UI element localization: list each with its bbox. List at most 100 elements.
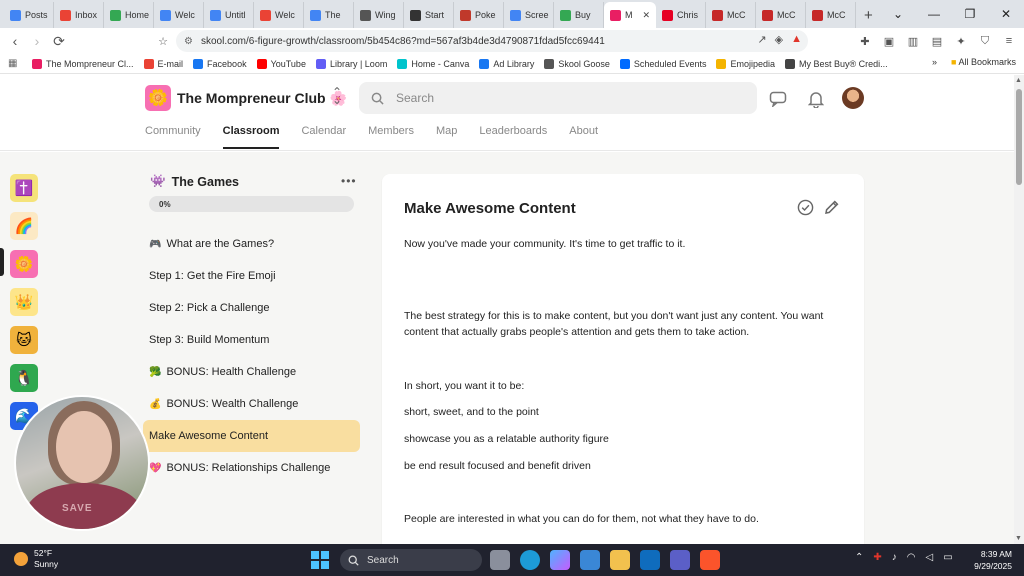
sidebar-icon[interactable]: ▥ — [904, 30, 922, 52]
leo-ai-icon[interactable]: ✦ — [952, 30, 970, 52]
user-avatar[interactable] — [842, 87, 864, 109]
community-icon[interactable]: 🐧 — [10, 364, 38, 392]
browser-tab[interactable]: Welc — [254, 2, 304, 28]
community-switcher-icon[interactable]: ⌃ ⌄ — [332, 86, 342, 106]
browser-tab[interactable]: McC — [806, 2, 856, 28]
lesson-item[interactable]: 🎮 What are the Games? — [143, 228, 360, 260]
module-more-options-icon[interactable]: ••• — [341, 174, 357, 188]
brave-shield-icon[interactable]: ◈ — [775, 33, 783, 46]
browser-tab[interactable]: Scree — [504, 2, 554, 28]
extensions-icon[interactable]: ✚ — [856, 30, 874, 52]
bookmark-item[interactable]: Scheduled Events — [619, 58, 706, 69]
browser-tab[interactable]: The — [304, 2, 354, 28]
edge-icon[interactable] — [520, 550, 540, 570]
brave-rewards-icon[interactable]: ▲ — [791, 33, 802, 46]
browser-tab[interactable]: Start — [404, 2, 454, 28]
site-info-icon[interactable]: ⚙ — [184, 36, 193, 47]
bookmark-item[interactable]: E-mail — [143, 58, 183, 69]
lesson-item[interactable]: Step 3: Build Momentum — [143, 324, 360, 356]
browser-tab[interactable]: Home — [104, 2, 154, 28]
browser-tab[interactable]: McC — [756, 2, 806, 28]
community-icon[interactable]: ✝️ — [10, 174, 38, 202]
bookmark-item[interactable]: Home - Canva — [397, 58, 469, 69]
microphone-icon[interactable]: ♪ — [892, 552, 897, 563]
tab-calendar[interactable]: Calendar — [301, 125, 346, 149]
edit-pencil-icon[interactable] — [824, 199, 840, 221]
mark-complete-icon[interactable] — [797, 199, 814, 221]
bookmark-item[interactable]: Emojipedia — [716, 58, 775, 69]
browser-tab[interactable]: Poke — [454, 2, 504, 28]
tab-members[interactable]: Members — [368, 125, 414, 149]
search-input[interactable]: Search — [359, 82, 757, 114]
close-window-button[interactable]: ✕ — [988, 0, 1024, 28]
file-explorer-icon[interactable] — [610, 550, 630, 570]
copilot-icon[interactable] — [550, 550, 570, 570]
scrollbar-thumb[interactable] — [1016, 89, 1022, 185]
minimize-button[interactable]: — — [916, 0, 952, 28]
tab-search-icon[interactable]: ⌄ — [880, 0, 916, 28]
lesson-item[interactable]: Step 2: Pick a Challenge — [143, 292, 360, 324]
bookmark-item[interactable]: My Best Buy® Credi... — [785, 58, 888, 69]
brave-icon[interactable] — [700, 550, 720, 570]
apps-grid-icon[interactable]: ▦ — [8, 58, 20, 69]
browser-tab[interactable]: McC — [706, 2, 756, 28]
browser-tab[interactable]: Welc — [154, 2, 204, 28]
community-icon[interactable]: 🌼 — [10, 250, 38, 278]
browser-tab[interactable]: Posts — [4, 2, 54, 28]
bookmark-item[interactable]: Facebook — [193, 58, 247, 69]
taskbar-clock[interactable]: 8:39 AM 9/29/2025 — [974, 548, 1012, 572]
bookmark-item[interactable]: YouTube — [256, 58, 306, 69]
volume-icon[interactable]: ◁ — [926, 552, 934, 563]
bookmark-item[interactable]: Library | Loom — [315, 58, 387, 69]
tab-map[interactable]: Map — [436, 125, 457, 149]
scroll-up-icon[interactable]: ▲ — [1015, 77, 1022, 84]
tray-app-icon[interactable]: ✚ — [873, 552, 881, 563]
start-button[interactable] — [311, 551, 329, 569]
browser-tab[interactable]: Chris — [656, 2, 706, 28]
forward-button[interactable]: › — [26, 30, 48, 52]
address-bar[interactable]: ⚙ skool.com/6-figure-growth/classroom/5b… — [176, 30, 808, 52]
chat-icon[interactable] — [768, 89, 788, 109]
lesson-item[interactable]: 💖 BONUS: Relationships Challenge — [143, 452, 360, 484]
task-view-icon[interactable] — [490, 550, 510, 570]
new-tab-button[interactable]: + — [856, 2, 881, 28]
battery-icon[interactable]: ▭ — [943, 552, 952, 563]
community-icon[interactable]: 🐱 — [10, 326, 38, 354]
lesson-item[interactable]: Step 1: Get the Fire Emoji — [143, 260, 360, 292]
outlook-icon[interactable] — [640, 550, 660, 570]
browser-tab[interactable]: Untitl — [204, 2, 254, 28]
browser-tab-active[interactable]: M ✕ — [604, 2, 656, 28]
taskbar-search[interactable]: Search — [340, 549, 482, 571]
tab-classroom[interactable]: Classroom — [222, 125, 280, 149]
community-icon[interactable]: 👑 — [10, 288, 38, 316]
teams-icon[interactable] — [670, 550, 690, 570]
lesson-item[interactable]: 🥦 BONUS: Health Challenge — [143, 356, 360, 388]
lesson-item[interactable]: 💰 BONUS: Wealth Challenge — [143, 388, 360, 420]
wifi-icon[interactable]: ◠ — [907, 552, 916, 563]
page-scrollbar[interactable]: ▲ ▼ — [1014, 75, 1024, 544]
bookmark-item[interactable]: Skool Goose — [544, 58, 610, 69]
all-bookmarks-button[interactable]: ■ All Bookmarks — [951, 57, 1016, 67]
wallet-icon[interactable]: ▤ — [928, 30, 946, 52]
lesson-item-active[interactable]: Make Awesome Content — [143, 420, 360, 452]
store-icon[interactable] — [580, 550, 600, 570]
bookmark-item[interactable]: The Mompreneur Cl... — [32, 58, 134, 69]
reload-button[interactable]: ⟳ — [48, 30, 70, 52]
share-icon[interactable]: ↗ — [757, 33, 766, 46]
browser-tab[interactable]: Wing — [354, 2, 404, 28]
vpn-icon[interactable]: ⛉ — [976, 30, 994, 52]
scroll-down-icon[interactable]: ▼ — [1015, 535, 1022, 542]
bookmarks-more-button[interactable]: » — [932, 57, 937, 67]
club-logo[interactable]: 🌼 — [145, 85, 171, 111]
weather-widget[interactable]: 52°F Sunny — [14, 548, 58, 570]
tab-about[interactable]: About — [569, 125, 598, 149]
back-button[interactable]: ‹ — [4, 30, 26, 52]
maximize-button[interactable]: ❐ — [952, 0, 988, 28]
bookmark-star-icon[interactable]: ☆ — [152, 30, 174, 52]
club-name[interactable]: The Mompreneur Club 🌸 — [177, 90, 347, 107]
menu-icon[interactable]: ≡ — [1000, 30, 1018, 52]
close-tab-icon[interactable]: ✕ — [642, 10, 650, 21]
tab-community[interactable]: Community — [145, 125, 201, 149]
notifications-bell-icon[interactable] — [806, 89, 826, 109]
bookmark-item[interactable]: Ad Library — [479, 58, 534, 69]
